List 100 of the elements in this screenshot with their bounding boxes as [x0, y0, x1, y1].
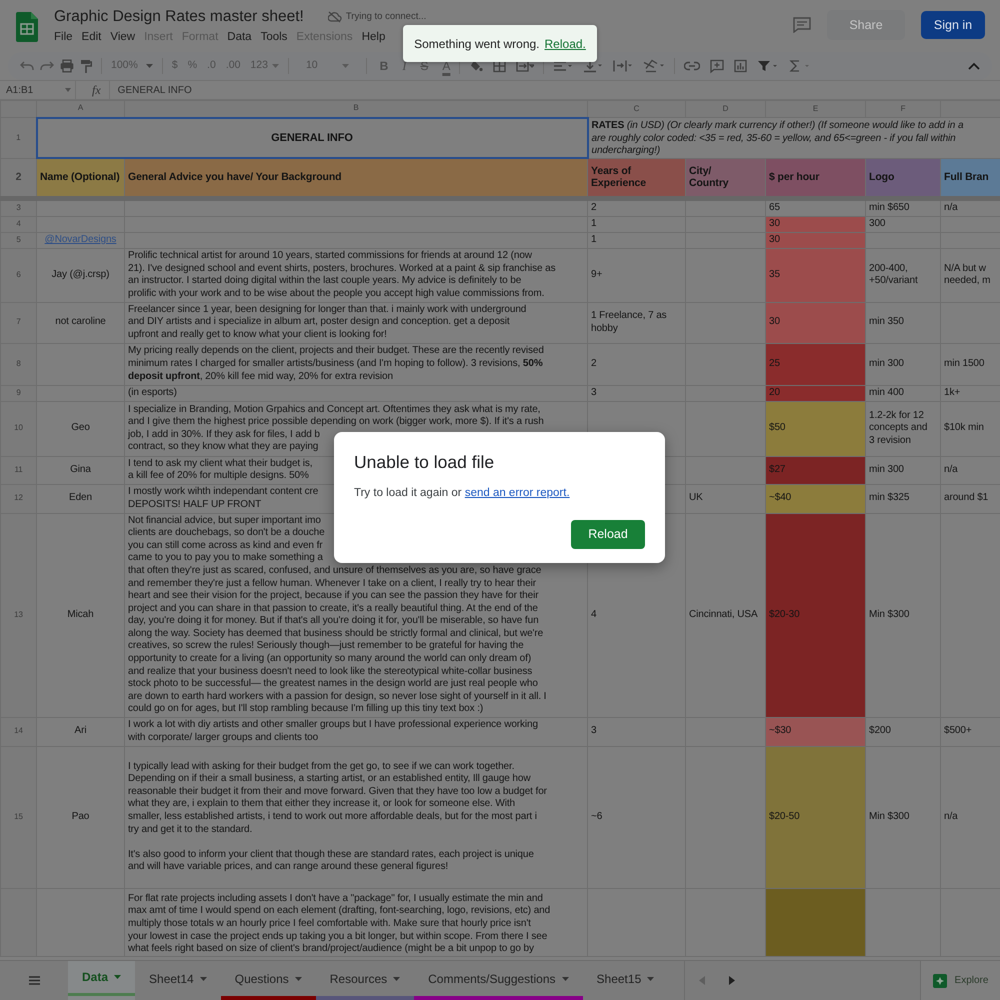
- menu-item[interactable]: File: [54, 29, 73, 46]
- table-cell[interactable]: Min $300: [866, 746, 940, 888]
- table-cell[interactable]: 1.2-2k for 12 concepts and 3 revision: [866, 401, 940, 456]
- table-cell[interactable]: Eden: [36, 484, 124, 514]
- document-title[interactable]: Graphic Design Rates master sheet!: [54, 8, 304, 26]
- row-number[interactable]: 8: [0, 343, 36, 386]
- reload-button[interactable]: Reload: [571, 520, 645, 550]
- table-cell[interactable]: 35: [766, 248, 866, 302]
- table-cell[interactable]: For flat rate projects including assets I don't have a "package" for, I usually estimate the min and max amt of time I would spend on each element (drafting, font-searching, logo, revisions, etc) and multiply those totals w an hourly price I feel comfortable with. Make sure that hourly price isn't your lowest in case the project ends up taking you a bit longer, but within scope. From there I see what feels right based on size of client's brand/project/audience (might be a bit unpop to go by: [124, 888, 588, 956]
- scroll-right-icon[interactable]: [729, 976, 736, 985]
- table-cell[interactable]: 3: [588, 385, 686, 402]
- column-header[interactable]: E: [766, 100, 866, 118]
- sign-in-button[interactable]: Sign in: [921, 11, 985, 39]
- explore-button[interactable]: Explore: [920, 961, 1000, 1000]
- table-cell[interactable]: Pao: [36, 746, 124, 888]
- row-number[interactable]: 1: [0, 118, 36, 158]
- row-number[interactable]: 2: [0, 158, 36, 198]
- table-cell[interactable]: 3: [588, 717, 686, 746]
- table-cell[interactable]: (in esports): [124, 385, 588, 402]
- all-sheets-menu-icon[interactable]: [28, 976, 40, 985]
- menu-item[interactable]: Edit: [82, 29, 102, 46]
- chart-icon[interactable]: [734, 57, 748, 75]
- table-cell[interactable]: Freelancer since 1 year, been designing for longer than that. i mainly work with underground and DIY artists and i specialize in album art, poster design and conception. get a deposit upfront and really get to know what your client is looking for!: [124, 302, 588, 344]
- menu-item[interactable]: View: [110, 29, 136, 46]
- table-cell[interactable]: 2: [588, 198, 686, 216]
- menu-item[interactable]: Help: [362, 29, 386, 46]
- table-cell[interactable]: Jay (@j.crsp): [36, 248, 124, 302]
- print-icon[interactable]: [60, 57, 74, 75]
- table-cell[interactable]: $50: [766, 401, 866, 456]
- table-cell[interactable]: Micah: [36, 513, 124, 718]
- reload-link[interactable]: Reload.: [544, 34, 586, 52]
- table-cell[interactable]: 2: [588, 343, 686, 386]
- sheet-tab[interactable]: Sheet15: [582, 961, 668, 1000]
- table-cell[interactable]: $200: [866, 717, 940, 746]
- table-cell[interactable]: Min $300: [866, 513, 940, 718]
- formula-input[interactable]: GENERAL INFO: [118, 82, 192, 98]
- table-cell[interactable]: 25: [766, 343, 866, 386]
- table-cell[interactable]: min 300: [866, 343, 940, 386]
- row-number[interactable]: 13: [0, 513, 36, 718]
- table-cell[interactable]: not caroline: [36, 302, 124, 344]
- table-cell[interactable]: min $650: [866, 198, 940, 216]
- text-rotation-icon[interactable]: [643, 57, 666, 75]
- row-number[interactable]: 12: [0, 484, 36, 514]
- menu-item[interactable]: Data: [227, 29, 252, 46]
- menu-item[interactable]: Tools: [260, 29, 288, 46]
- table-cell[interactable]: min $325: [866, 484, 940, 514]
- table-cell[interactable]: My pricing really depends on the client, projects and their budget. These are the recently revised minimum rates I charged for smaller artists/business (and I'm hoping to follow). 3 revisions, 50% deposit upfront, 20% kill fee mid way, 20% for extra revision: [124, 343, 588, 386]
- table-cell[interactable]: ~$30: [766, 717, 866, 746]
- sheets-logo-icon[interactable]: [16, 12, 38, 42]
- comment-icon[interactable]: [793, 17, 811, 33]
- table-cell[interactable]: Geo: [36, 401, 124, 456]
- table-cell[interactable]: I typically lead with asking for their budget from the get go, to see if we can work together. Depending on if their a small business, a starting artist, or an established entity, Ill gauge how reasonable their budget it from their and move forward. Given that they have too low a budget for what they are, i explain to them that either they increase it, or look for someone else. With smaller, less established artists, i tend to work out more affordable deals, but for the most part i try and get it to the standard. It's also good to inform your client that though these are standard rates, each project is unique and will have variable prices, and can range around these general figures!: [124, 746, 588, 888]
- paint-format-icon[interactable]: [80, 57, 92, 75]
- column-header[interactable]: B: [124, 100, 588, 118]
- table-cell[interactable]: 200-400, +50/variant: [866, 248, 940, 302]
- table-cell[interactable]: 1k+: [940, 385, 1000, 402]
- column-header[interactable]: C: [588, 100, 686, 118]
- table-cell[interactable]: I work a lot with diy artists and other smaller groups but I have professional experience working with corporate/ larger groups and clients too: [124, 717, 588, 746]
- table-cell[interactable]: $20-50: [766, 746, 866, 888]
- column-header[interactable]: F: [866, 100, 940, 118]
- table-cell[interactable]: 30: [766, 302, 866, 344]
- sheet-tab[interactable]: Comments/Suggestions: [414, 961, 583, 1000]
- table-cell[interactable]: Ari: [36, 717, 124, 746]
- cell-text: creatives, so screw the rules! Seriously though—just remember to be grateful for having the: [128, 640, 524, 654]
- sheet-tab[interactable]: Data: [68, 961, 136, 1000]
- comment-add-icon[interactable]: [710, 57, 724, 75]
- table-cell[interactable]: 1: [588, 232, 686, 248]
- row-number[interactable]: 4: [0, 216, 36, 232]
- table-cell[interactable]: min 350: [866, 302, 940, 344]
- scroll-left-icon[interactable]: [699, 976, 706, 985]
- row-number[interactable]: 6: [0, 248, 36, 302]
- row-number[interactable]: 9: [0, 385, 36, 402]
- name-box[interactable]: A1:B1: [0, 81, 76, 99]
- row-number[interactable]: 5: [0, 232, 36, 248]
- table-cell[interactable]: 20: [766, 385, 866, 402]
- table-cell[interactable]: 30: [766, 216, 866, 232]
- table-cell[interactable]: min 400: [866, 385, 940, 402]
- sheet-tab[interactable]: Resources: [316, 961, 414, 1000]
- table-cell[interactable]: 65: [766, 198, 866, 216]
- row-number[interactable]: 15: [0, 746, 36, 888]
- table-cell[interactable]: Prolific technical artist for around 10 years, started commissions for friends at around 12 (now 21). I've designed school and event shirts, posters, brochures. Worked at a paint & sip franchise as an instructor. I started doing digital within the last couple years. My advice is definitely to be prolific with your work and to be wise about the people you accept high value commissions from.: [124, 248, 588, 302]
- table-cell[interactable]: 1 Freelance, 7 as hobby: [588, 302, 686, 344]
- row-number[interactable]: 10: [0, 401, 36, 456]
- table-cell[interactable]: 30: [766, 232, 866, 248]
- table-cell[interactable]: 9+: [588, 248, 686, 302]
- column-header[interactable]: A: [36, 100, 124, 118]
- row-number[interactable]: 7: [0, 302, 36, 344]
- sheet-tab[interactable]: Questions: [220, 961, 316, 1000]
- error-report-link[interactable]: send an error report.: [464, 487, 570, 499]
- table-cell[interactable]: Gina: [36, 456, 124, 484]
- sheet-tab[interactable]: Sheet14: [135, 961, 221, 1000]
- table-cell[interactable]: 1: [588, 216, 686, 232]
- merged-cell[interactable]: GENERAL INFO: [36, 118, 588, 158]
- table-cell[interactable]: ~6: [588, 746, 686, 888]
- row-number[interactable]: 11: [0, 456, 36, 484]
- table-cell[interactable]: ~$40: [766, 484, 866, 514]
- row-number[interactable]: 14: [0, 717, 36, 746]
- column-header[interactable]: D: [686, 100, 766, 118]
- table-cell[interactable]: min 300: [866, 456, 940, 484]
- table-cell[interactable]: 300: [866, 216, 940, 232]
